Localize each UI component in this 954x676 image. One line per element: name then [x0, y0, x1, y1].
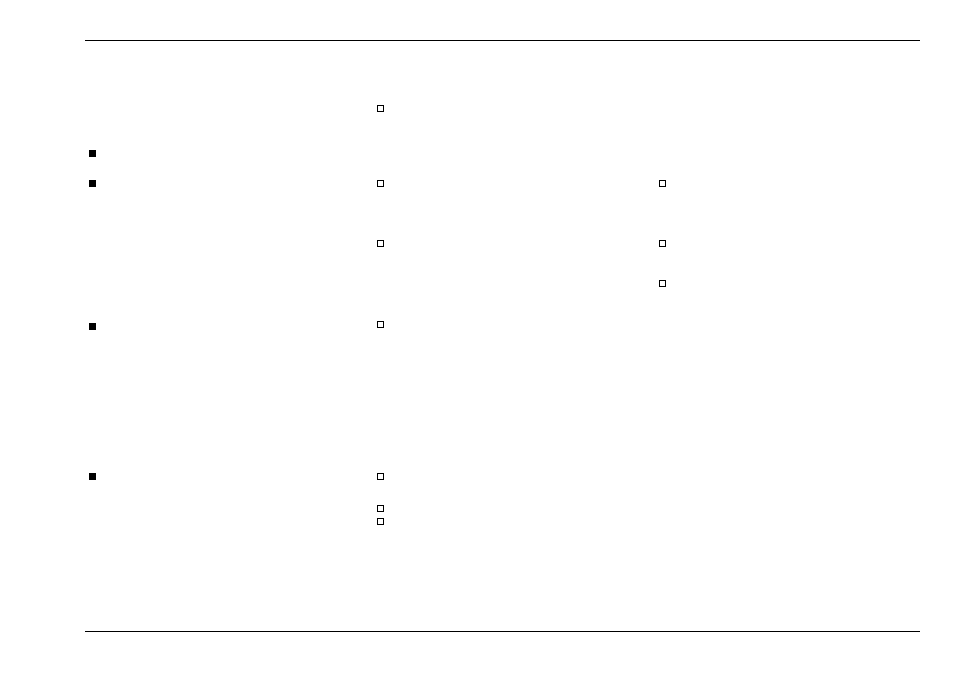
filled-bullet-icon: [89, 473, 96, 480]
hollow-bullet-icon: [377, 105, 384, 112]
hollow-bullet-icon: [377, 240, 384, 247]
hollow-bullet-icon: [377, 518, 384, 525]
top-rule: [85, 40, 920, 41]
document-page: [0, 0, 954, 676]
hollow-bullet-icon: [377, 180, 384, 187]
filled-bullet-icon: [89, 323, 96, 330]
hollow-bullet-icon: [377, 473, 384, 480]
hollow-bullet-icon: [377, 321, 384, 328]
hollow-bullet-icon: [377, 505, 384, 512]
hollow-bullet-icon: [659, 280, 666, 287]
hollow-bullet-icon: [659, 180, 666, 187]
bottom-rule: [85, 631, 920, 632]
hollow-bullet-icon: [659, 240, 666, 247]
filled-bullet-icon: [89, 150, 96, 157]
filled-bullet-icon: [89, 180, 96, 187]
